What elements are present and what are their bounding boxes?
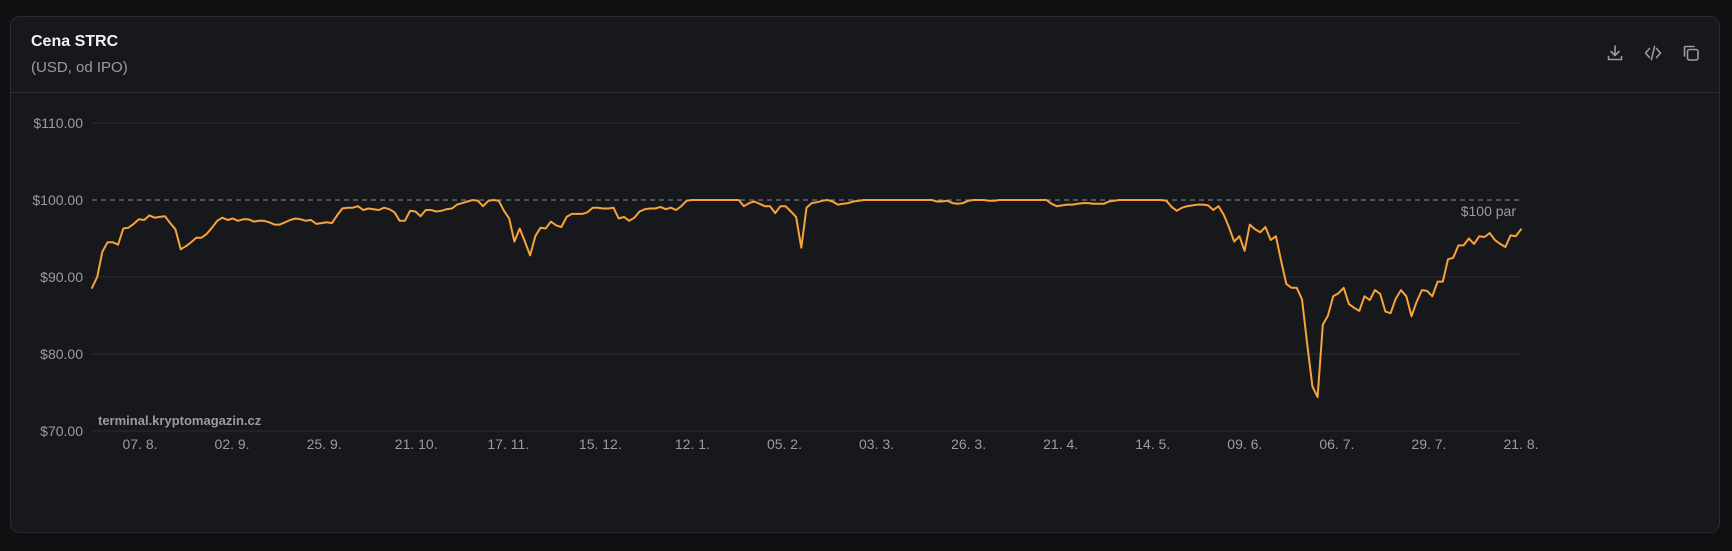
y-tick-label: $70.00 <box>40 423 83 439</box>
chart-card: Cena STRC (USD, od IPO) $70.00 $80.00 $9… <box>10 16 1720 533</box>
x-tick-label: 09. 6. <box>1227 436 1262 452</box>
x-tick-label: 06. 7. <box>1319 436 1354 452</box>
x-tick-label: 05. 2. <box>767 436 802 452</box>
x-tick-label: 21. 10. <box>395 436 438 452</box>
y-axis-labels: $70.00 $80.00 $90.00 $100.00 $110.00 <box>32 115 83 439</box>
x-tick-label: 15. 12. <box>579 436 622 452</box>
price-line <box>91 199 1522 399</box>
watermark: terminal.kryptomagazin.cz <box>98 413 262 428</box>
x-tick-label: 17. 11. <box>487 436 529 452</box>
x-tick-label: 07. 8. <box>122 436 157 452</box>
x-axis-labels: 07. 8. 02. 9. 25. 9. 21. 10. 17. 11. 15. 12. 1… <box>122 436 1538 452</box>
x-tick-label: 14. 5. <box>1135 436 1170 452</box>
line-chart: $70.00$80.00$90.00$100.00$110.00 07. 8. 0… <box>32 115 1538 452</box>
x-tick-label: 02. 9. <box>215 436 250 452</box>
x-tick-label: 25. 9. <box>307 436 342 452</box>
x-tick-label: 21. 4. <box>1043 436 1078 452</box>
y-tick-label: $100.00 <box>32 192 83 208</box>
x-tick-label: 12. 1. <box>675 436 710 452</box>
series-group <box>91 199 1522 399</box>
x-tick-label: 26. 3. <box>951 436 986 452</box>
y-tick-label: $90.00 <box>40 269 83 285</box>
y-tick-label: $80.00 <box>40 346 83 362</box>
grid-lines <box>92 122 1521 432</box>
x-tick-label: 21. 8. <box>1503 436 1538 452</box>
reference-line-label: $100 par <box>1461 203 1517 219</box>
x-tick-label: 03. 3. <box>859 436 894 452</box>
y-tick-label: $110.00 <box>33 115 83 131</box>
x-tick-label: 29. 7. <box>1411 436 1446 452</box>
